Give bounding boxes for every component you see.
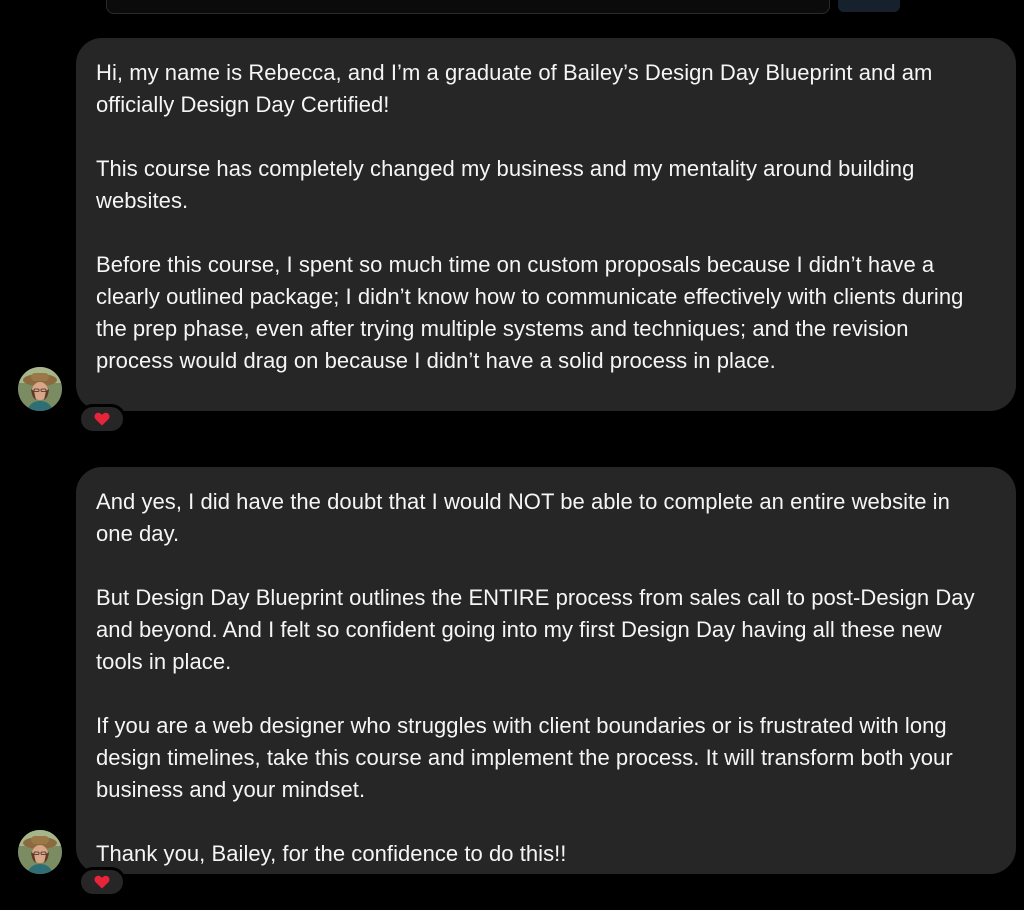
message-bubble[interactable]: And yes, I did have the doubt that I wou… (76, 467, 1016, 874)
message-paragraph: But Design Day Blueprint outlines the EN… (96, 585, 975, 674)
reaction-badge[interactable] (78, 404, 126, 434)
avatar[interactable] (18, 830, 62, 874)
heart-icon (94, 875, 110, 889)
search-input[interactable] (106, 0, 830, 14)
message-paragraph: Hi, my name is Rebecca, and I’m a gradua… (96, 60, 933, 117)
avatar-image (18, 830, 62, 874)
top-toolbar-partial (0, 0, 1024, 14)
message-paragraph: Before this course, I spent so much time… (96, 252, 964, 373)
avatar[interactable] (18, 367, 62, 411)
heart-icon (94, 412, 110, 426)
message-paragraph: And yes, I did have the doubt that I wou… (96, 489, 950, 546)
search-button[interactable] (838, 0, 900, 12)
message-paragraph: If you are a web designer who struggles … (96, 713, 953, 802)
message-bubble[interactable]: Hi, my name is Rebecca, and I’m a gradua… (76, 38, 1016, 411)
avatar-image (18, 367, 62, 411)
message-paragraph: Thank you, Bailey, for the confidence to… (96, 841, 567, 866)
message-paragraph: This course has completely changed my bu… (96, 156, 915, 213)
reaction-badge[interactable] (78, 867, 126, 897)
